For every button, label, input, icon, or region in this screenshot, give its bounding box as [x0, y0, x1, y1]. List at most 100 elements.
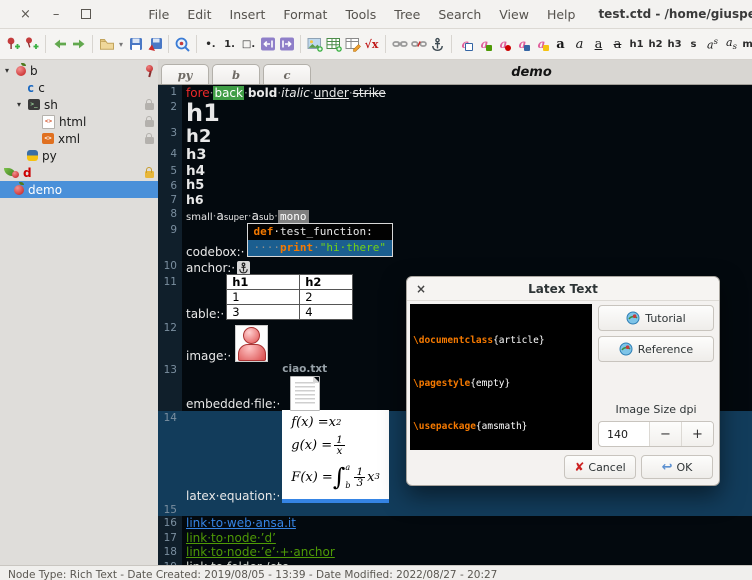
tutorial-button[interactable]: Tutorial: [598, 305, 714, 331]
expander-icon[interactable]: ▾: [2, 66, 12, 75]
node-link[interactable]: link·to·node·’d’: [186, 532, 276, 546]
tree-node-py[interactable]: py: [0, 147, 158, 164]
web-link[interactable]: link·to·web·ansa.it: [186, 517, 296, 531]
menu-search[interactable]: Search: [429, 7, 490, 22]
latex-equation-image[interactable]: f(x) = x2 g(x) = 1x F(x) = ∫ab13x3: [282, 410, 389, 503]
chevron-down-icon: ▾: [119, 40, 123, 49]
line-number: 9: [158, 223, 182, 236]
italic-button[interactable]: a: [570, 32, 589, 56]
h2-button[interactable]: h2: [646, 32, 665, 56]
save-button[interactable]: [126, 32, 145, 56]
strikethrough-button[interactable]: a: [608, 32, 627, 56]
expander-icon[interactable]: ▾: [14, 100, 24, 109]
menu-view[interactable]: View: [490, 7, 538, 22]
todo-list-button[interactable]: □.: [239, 32, 258, 56]
todo-list-icon: □.: [242, 39, 255, 50]
tab-b[interactable]: b: [212, 64, 260, 84]
node-anchor-link[interactable]: link·to·node·’e’·+·anchor: [186, 546, 335, 560]
tree-node-c[interactable]: c c: [0, 79, 158, 96]
embedded-table[interactable]: h1h2 12 34: [226, 274, 353, 320]
style-background-button[interactable]: a: [532, 32, 551, 56]
equation-2: g(x) = 1x: [291, 431, 380, 460]
window-close-icon[interactable]: ×: [20, 7, 31, 22]
tree-node-html[interactable]: <> html: [0, 113, 158, 130]
indent-button[interactable]: [277, 32, 296, 56]
monospace-button[interactable]: ms: [741, 32, 752, 56]
new-subnode-button[interactable]: [22, 32, 41, 56]
dpi-decrease-button[interactable]: −: [649, 422, 681, 446]
table-row: 12: [227, 290, 353, 305]
tree-node-sh[interactable]: ▾ >_ sh: [0, 96, 158, 113]
menu-insert[interactable]: Insert: [221, 7, 275, 22]
insert-codebox-button[interactable]: [343, 32, 362, 56]
insert-link-button[interactable]: [390, 32, 409, 56]
heading-6: h6: [186, 193, 204, 207]
tree-node-label: demo: [28, 183, 62, 197]
menu-format[interactable]: Format: [274, 7, 336, 22]
h1-button[interactable]: h1: [627, 32, 646, 56]
reference-label: Reference: [638, 343, 693, 356]
embedded-file-object[interactable]: ciao.txt: [282, 363, 327, 411]
menu-tools[interactable]: Tools: [336, 7, 385, 22]
ok-label: OK: [677, 461, 693, 474]
codebox[interactable]: def·test_function: ····print·"hi·there": [247, 223, 393, 257]
window-minimize-icon[interactable]: –: [53, 7, 60, 22]
go-back-button[interactable]: [50, 32, 69, 56]
subscript-button[interactable]: as: [722, 32, 741, 56]
window-maximize-icon[interactable]: [81, 9, 91, 19]
unindent-icon: [260, 36, 276, 52]
find-button[interactable]: [173, 32, 192, 56]
menu-tree[interactable]: Tree: [385, 7, 429, 22]
go-forward-button[interactable]: [69, 32, 88, 56]
unindent-button[interactable]: [258, 32, 277, 56]
superscript-button[interactable]: as: [703, 32, 722, 56]
base-text: a: [252, 209, 259, 223]
reference-button[interactable]: Reference: [598, 336, 714, 362]
color-foreground-button[interactable]: a: [456, 32, 475, 56]
h1-icon: h1: [629, 39, 643, 50]
numbered-list-button[interactable]: 1.: [220, 32, 239, 56]
tree-node-xml[interactable]: <> xml: [0, 130, 158, 147]
open-file-caret[interactable]: ▾: [116, 32, 126, 56]
equation-1: f(x) = x2: [291, 414, 380, 431]
save-as-button[interactable]: [145, 32, 164, 56]
insert-latex-button[interactable]: √x: [362, 32, 381, 56]
cancel-button[interactable]: ✘Cancel: [564, 455, 636, 479]
anchor-object[interactable]: [237, 261, 250, 275]
color-background-button[interactable]: a: [475, 32, 494, 56]
underline-button[interactable]: a: [589, 32, 608, 56]
clear-formatting-button[interactable]: a: [494, 32, 513, 56]
dialog-close-icon[interactable]: ×: [416, 277, 426, 300]
style-foreground-button[interactable]: a: [513, 32, 532, 56]
bullet-list-button[interactable]: •.: [201, 32, 220, 56]
latex-dialog: × Latex Text \documentclass{article} \pa…: [406, 276, 720, 486]
bold-button[interactable]: a: [551, 32, 570, 56]
ok-button[interactable]: ↩OK: [641, 455, 713, 479]
remove-link-button[interactable]: [409, 32, 428, 56]
latex-source-editor[interactable]: \documentclass{article} \pagestyle{empty…: [410, 304, 592, 450]
insert-image-button[interactable]: [305, 32, 324, 56]
insert-anchor-button[interactable]: [428, 32, 447, 56]
folder-link[interactable]: link·to·folder·/etc: [186, 561, 288, 566]
insert-table-button[interactable]: [324, 32, 343, 56]
line-number: 8: [158, 207, 182, 220]
codebox-label: codebox:·: [186, 245, 245, 259]
dpi-increase-button[interactable]: +: [681, 422, 713, 446]
open-file-button[interactable]: [97, 32, 116, 56]
embedded-image[interactable]: [235, 325, 268, 362]
h3-button[interactable]: h3: [665, 32, 684, 56]
menu-edit[interactable]: Edit: [178, 7, 220, 22]
cherry-node-icon: [16, 66, 26, 76]
tree-node-d[interactable]: d: [0, 164, 158, 181]
new-node-button[interactable]: [3, 32, 22, 56]
menu-help[interactable]: Help: [538, 7, 585, 22]
tab-py[interactable]: py: [161, 64, 209, 84]
menu-file[interactable]: File: [139, 7, 178, 22]
tree-node-b[interactable]: ▾ b: [0, 62, 158, 79]
tab-c[interactable]: c: [263, 64, 311, 84]
dpi-value[interactable]: 140: [599, 422, 649, 446]
small-button[interactable]: s: [684, 32, 703, 56]
heading-4: h4: [186, 164, 205, 179]
tree-node-demo[interactable]: demo: [0, 181, 158, 198]
bold-text: bold: [248, 86, 278, 100]
